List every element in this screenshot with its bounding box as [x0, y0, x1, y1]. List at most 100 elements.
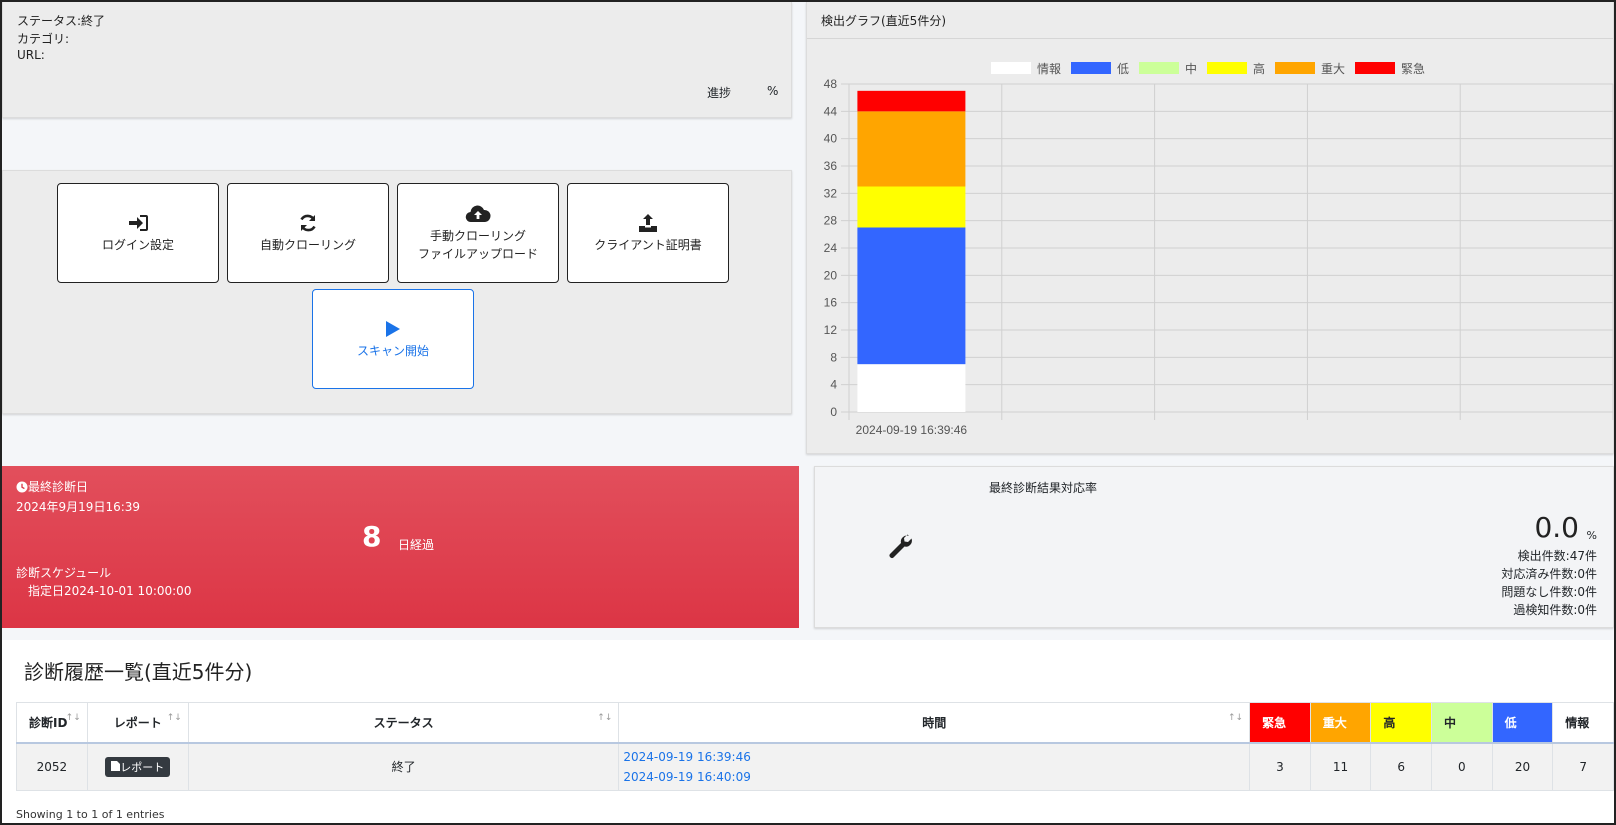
- legend-label: 緊急: [1401, 61, 1425, 76]
- false-positive-count: 過検知件数:0件: [1513, 603, 1597, 617]
- schedule-value: 指定日2024-10-01 10:00:00: [28, 584, 192, 598]
- row-serious: 11: [1309, 742, 1372, 791]
- bar-segment: [857, 227, 966, 365]
- auto-crawl-label: 自動クローリング: [259, 238, 356, 252]
- actions-card: ログイン設定 自動クローリング 手動クローリング ファイルアップロード クライア…: [2, 170, 792, 414]
- legend-swatch: [1207, 62, 1247, 74]
- sort-icon: ↑↓: [1228, 713, 1244, 723]
- y-tick-label: 44: [824, 104, 838, 118]
- col-info[interactable]: 情報: [1552, 702, 1614, 744]
- last-scan-date: 2024年9月19日16:39: [16, 500, 141, 514]
- scan-url: URL:: [17, 48, 45, 62]
- schedule-label: 診断スケジュール: [16, 566, 112, 580]
- col-time[interactable]: 時間 ↑↓: [618, 702, 1251, 744]
- scan-start-label: スキャン開始: [356, 344, 429, 358]
- scan-start-button[interactable]: スキャン開始: [312, 289, 474, 389]
- sort-icon: ↑↓: [166, 713, 182, 723]
- row-low: 20: [1491, 742, 1554, 791]
- col-serious[interactable]: 重大: [1309, 702, 1372, 744]
- row-critical: 3: [1249, 742, 1311, 791]
- detected-count: 検出件数:47件: [1517, 549, 1597, 563]
- bar-segment: [857, 90, 966, 112]
- report-button[interactable]: レポート: [105, 756, 171, 777]
- login-settings-label: ログイン設定: [101, 238, 174, 252]
- x-tick-label: 2024-09-19 16:39:46: [856, 423, 968, 437]
- col-report[interactable]: レポート ↑↓: [86, 702, 189, 744]
- row-medium: 0: [1431, 742, 1493, 791]
- scan-status: ステータス:終了: [17, 14, 106, 28]
- history-section: 診断履歴一覧(直近5件分) 診断ID ↑↓ レポート ↑↓ ステータス ↑↓ 時間 ↑↓…: [2, 640, 1614, 823]
- legend-swatch: [1071, 62, 1111, 74]
- upload-icon: [638, 212, 658, 234]
- y-tick-label: 48: [824, 77, 838, 91]
- login-settings-button[interactable]: ログイン設定: [57, 183, 219, 283]
- scan-info-card: ステータス:終了 カテゴリ: URL: 進捗 %: [2, 2, 792, 118]
- progress-label: 進捗: [707, 86, 732, 100]
- response-rate-value: 0.0: [1534, 511, 1579, 544]
- row-status: 終了: [187, 742, 620, 791]
- sort-icon: ↑↓: [597, 713, 613, 723]
- days-elapsed-value: 8: [362, 520, 382, 553]
- table-row: 2052 レポート 終了 2024-09-19 16:39:46 2024-09…: [16, 742, 1614, 791]
- legend-swatch: [1139, 62, 1179, 74]
- progress-unit: %: [767, 84, 779, 98]
- history-table: 診断ID ↑↓ レポート ↑↓ ステータス ↑↓ 時間 ↑↓ 緊急 重大 高 中 低 情…: [16, 702, 1614, 791]
- entries-info: Showing 1 to 1 of 1 entries: [16, 808, 165, 821]
- no-issue-count: 問題なし件数:0件: [1501, 585, 1597, 599]
- y-tick-label: 16: [824, 296, 838, 310]
- legend-swatch: [1355, 62, 1395, 74]
- col-medium[interactable]: 中: [1431, 702, 1493, 744]
- sync-icon: [298, 212, 318, 234]
- play-icon: [385, 318, 401, 340]
- file-upload-label: ファイルアップロード: [417, 247, 538, 261]
- y-tick-label: 12: [824, 323, 838, 337]
- y-tick-label: 32: [824, 186, 838, 200]
- response-rate-card: 最終診断結果対応率 0.0 % 検出件数:47件 対応済み件数:0件 問題なし件…: [814, 466, 1614, 628]
- response-rate-unit: %: [1586, 529, 1597, 542]
- col-critical[interactable]: 緊急: [1249, 702, 1311, 744]
- y-tick-label: 40: [824, 132, 838, 146]
- manual-crawl-upload-button[interactable]: 手動クローリング ファイルアップロード: [397, 183, 559, 283]
- row-id: 2052: [16, 742, 88, 791]
- col-low[interactable]: 低: [1491, 702, 1554, 744]
- legend-label: 中: [1185, 61, 1197, 76]
- last-scan-label: 最終診断日: [28, 480, 89, 494]
- col-high[interactable]: 高: [1370, 702, 1433, 744]
- y-tick-label: 24: [824, 241, 838, 255]
- client-certificate-button[interactable]: クライアント証明書: [567, 183, 729, 283]
- legend-label: 情報: [1037, 62, 1061, 76]
- y-tick-label: 4: [830, 378, 837, 392]
- bar-segment: [857, 111, 966, 187]
- legend-label: 高: [1253, 61, 1265, 76]
- y-tick-label: 0: [830, 405, 837, 419]
- bar-segment: [857, 186, 966, 228]
- row-start-time[interactable]: 2024-09-19 16:39:46: [623, 747, 1249, 767]
- sign-in-icon: [127, 212, 149, 234]
- wrench-icon: [887, 533, 913, 562]
- handled-count: 対応済み件数:0件: [1501, 567, 1597, 581]
- row-end-time[interactable]: 2024-09-19 16:40:09: [623, 767, 1249, 787]
- detection-chart-card: 検出グラフ(直近5件分) 0 4 8 12 16 20 24 28 32 36 40 44 48 2024…: [806, 2, 1614, 454]
- sort-icon: ↑↓: [65, 713, 81, 723]
- manual-crawl-label: 手動クローリング: [429, 229, 526, 243]
- row-info: 7: [1552, 742, 1614, 791]
- legend-swatch: [1275, 62, 1315, 74]
- clock-icon: [16, 481, 28, 492]
- cloud-upload-icon: [465, 203, 491, 225]
- legend-label: 低: [1117, 62, 1129, 76]
- row-high: 6: [1370, 742, 1433, 791]
- bar-segment: [857, 364, 966, 412]
- y-tick-label: 36: [824, 159, 838, 173]
- y-tick-label: 20: [824, 268, 838, 282]
- col-id[interactable]: 診断ID ↑↓: [16, 702, 88, 744]
- file-pdf-icon: [111, 760, 121, 771]
- y-tick-label: 28: [824, 214, 838, 228]
- history-title: 診断履歴一覧(直近5件分): [24, 660, 253, 684]
- col-status[interactable]: ステータス ↑↓: [187, 702, 620, 744]
- y-tick-label: 8: [830, 350, 837, 364]
- detection-chart: 048121620242832364044482024-09-19 16:39:…: [824, 61, 1614, 437]
- response-rate-title: 最終診断結果対応率: [989, 481, 1098, 495]
- auto-crawl-button[interactable]: 自動クローリング: [227, 183, 389, 283]
- client-certificate-label: クライアント証明書: [594, 238, 702, 252]
- scan-category: カテゴリ:: [17, 32, 70, 46]
